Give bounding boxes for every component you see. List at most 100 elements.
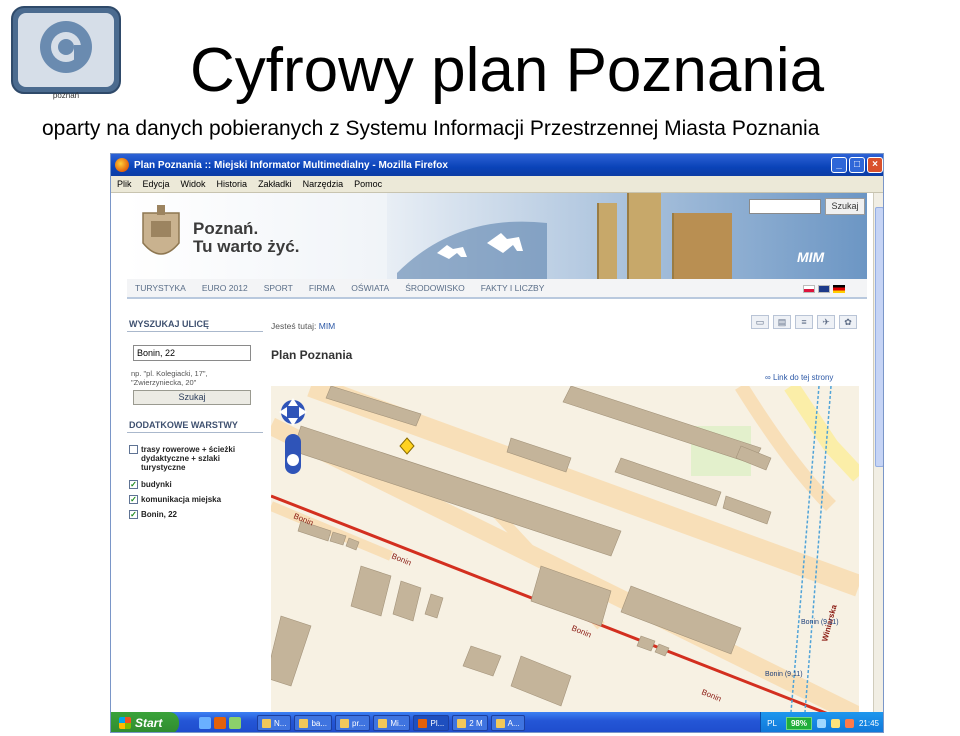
layer-transit-label: komunikacja miejska: [141, 495, 222, 504]
start-button[interactable]: Start: [111, 712, 179, 732]
flag-de-icon[interactable]: [833, 285, 845, 293]
task-5[interactable]: Pl...: [413, 715, 450, 731]
system-tray: PL 98% 21:45: [760, 712, 883, 732]
print-icon[interactable]: ▤: [773, 315, 791, 329]
layer-address-checkbox[interactable]: ✓: [129, 510, 138, 519]
mim-logo: MIM: [797, 249, 825, 265]
task-4[interactable]: Mi...: [373, 715, 411, 731]
bus-icon[interactable]: ▭: [751, 315, 769, 329]
page-title: Plan Poznania: [271, 348, 353, 362]
network-icon[interactable]: [816, 718, 826, 728]
task-1[interactable]: N...: [257, 715, 292, 731]
link-icon: ∞: [765, 373, 771, 382]
nav-oswiata[interactable]: OŚWIATA: [351, 283, 389, 293]
street-search-button[interactable]: Szukaj: [133, 390, 251, 405]
nav-euro-2012[interactable]: EURO 2012: [202, 283, 248, 293]
browser-screenshot: Plan Poznania :: Miejski Informator Mult…: [110, 153, 884, 733]
flag-pl-icon[interactable]: [803, 285, 815, 293]
clock: 21:45: [858, 718, 879, 728]
city-crest-icon: [142, 205, 180, 255]
page-viewport: Poznań. Tu warto żyć. MIM Szukaj TURYSTY…: [111, 193, 873, 712]
task-2[interactable]: ba...: [294, 715, 333, 731]
close-button[interactable]: ×: [867, 157, 883, 173]
map-zoom-control[interactable]: [285, 434, 301, 474]
breadcrumb-prefix: Jesteś tutaj:: [271, 321, 317, 331]
stop-label-2: Bonin (9,11): [765, 671, 803, 678]
slide-subtitle: oparty na danych pobieranych z Systemu I…: [42, 117, 820, 140]
link-to-page[interactable]: ∞ Link do tej strony: [765, 373, 833, 382]
nav-sport[interactable]: SPORT: [264, 283, 293, 293]
nav-turystyka[interactable]: TURYSTYKA: [135, 283, 186, 293]
task-6[interactable]: 2 M: [452, 715, 488, 731]
site-search-input[interactable]: [749, 199, 821, 214]
stop-label-1: Bonin (9,11): [801, 619, 839, 626]
poznan-logo: poznań: [11, 6, 121, 100]
desktop-icon[interactable]: [199, 717, 211, 729]
task-7[interactable]: A...: [490, 715, 525, 731]
street-search-input[interactable]: Bonin, 22: [133, 345, 251, 361]
language-indicator[interactable]: PL: [767, 719, 777, 728]
flag-gb-icon[interactable]: [818, 285, 830, 293]
firefox-icon: [115, 158, 129, 172]
layer-address-label: Bonin, 22: [141, 510, 178, 519]
logo-text: poznań: [53, 91, 79, 100]
street-label-bonin-3: Bonin: [570, 624, 592, 640]
volume-icon[interactable]: [830, 718, 840, 728]
breadcrumb: Jesteś tutaj: MIM: [271, 321, 335, 331]
site-search-button[interactable]: Szukaj: [825, 198, 865, 215]
menu-pomoc[interactable]: Pomoc: [354, 179, 382, 189]
breadcrumb-link[interactable]: MIM: [319, 321, 336, 331]
menu-plik[interactable]: Plik: [117, 179, 132, 189]
layer-buildings-label: budynki: [141, 480, 172, 489]
nav-srodowisko[interactable]: ŚRODOWISKO: [405, 283, 465, 293]
content-toolbar: ▭ ▤ ≡ ✈ ✿: [751, 315, 857, 329]
street-label-bonin-2: Bonin: [390, 552, 412, 568]
page-scrollbar[interactable]: [873, 193, 883, 712]
menu-historia[interactable]: Historia: [217, 179, 248, 189]
settings-icon[interactable]: ✿: [839, 315, 857, 329]
security-icon[interactable]: [844, 718, 854, 728]
site-navigation: TURYSTYKA EURO 2012 SPORT FIRMA OŚWIATA …: [127, 279, 867, 299]
site-banner: Poznań. Tu warto żyć. MIM Szukaj: [127, 193, 867, 279]
street-search-hint: np. "pl. Kolegiacki, 17", "Zwierzyniecka…: [131, 369, 208, 387]
nav-firma[interactable]: FIRMA: [309, 283, 335, 293]
slide-title: Cyfrowy plan Poznania: [190, 36, 825, 105]
layer-transit[interactable]: ✓ komunikacja miejska: [129, 495, 259, 504]
layer-address[interactable]: ✓ Bonin, 22: [129, 510, 259, 519]
search-panel: WYSZUKAJ ULICĘ: [127, 317, 263, 332]
goats-illustration: [397, 221, 547, 279]
maximize-button[interactable]: □: [849, 157, 865, 173]
layer-buildings[interactable]: ✓ budynki: [129, 480, 259, 489]
window-titlebar: Plan Poznania :: Miejski Informator Mult…: [111, 154, 883, 176]
menu-narzedzia[interactable]: Narzędzia: [303, 179, 344, 189]
layer-transit-checkbox[interactable]: ✓: [129, 495, 138, 504]
windows-taskbar: Start N... ba... pr... Mi... Pl... 2 M A…: [111, 712, 883, 732]
street-label-bonin-4: Bonin: [700, 688, 722, 704]
search-heading: WYSZUKAJ ULICĘ: [127, 317, 263, 332]
layer-trails-checkbox[interactable]: [129, 445, 138, 454]
minimize-button[interactable]: _: [831, 157, 847, 173]
brand-line-1: Poznań.: [193, 219, 259, 238]
menu-edycja[interactable]: Edycja: [143, 179, 170, 189]
rail-icon[interactable]: ≡: [795, 315, 813, 329]
menu-widok[interactable]: Widok: [181, 179, 206, 189]
menu-zakladki[interactable]: Zakładki: [258, 179, 292, 189]
nav-fakty[interactable]: FAKTY I LICZBY: [481, 283, 545, 293]
map-pan-control[interactable]: [279, 398, 307, 426]
plane-icon[interactable]: ✈: [817, 315, 835, 329]
layer-trails-label: trasy rowerowe + ścieżki dydaktyczne + s…: [141, 445, 236, 472]
media-icon[interactable]: [229, 717, 241, 729]
battery-indicator[interactable]: 98%: [785, 716, 812, 730]
city-map[interactable]: Bonin Bonin Bonin Bonin Winiarska Bonin …: [271, 386, 859, 712]
layers-heading: DODATKOWE WARSTWY: [127, 418, 263, 433]
window-title: Plan Poznania :: Miejski Informator Mult…: [134, 159, 448, 171]
menu-bar: Plik Edycja Widok Historia Zakładki Narz…: [111, 176, 883, 193]
task-3[interactable]: pr...: [335, 715, 371, 731]
windows-logo-icon: [119, 717, 131, 729]
layer-buildings-checkbox[interactable]: ✓: [129, 480, 138, 489]
layer-trails[interactable]: trasy rowerowe + ścieżki dydaktyczne + s…: [129, 445, 259, 472]
address-marker-icon: [399, 437, 415, 455]
brand-line-2: Tu warto żyć.: [193, 237, 300, 256]
firefox-quick-icon[interactable]: [214, 717, 226, 729]
quick-launch: [199, 717, 241, 729]
